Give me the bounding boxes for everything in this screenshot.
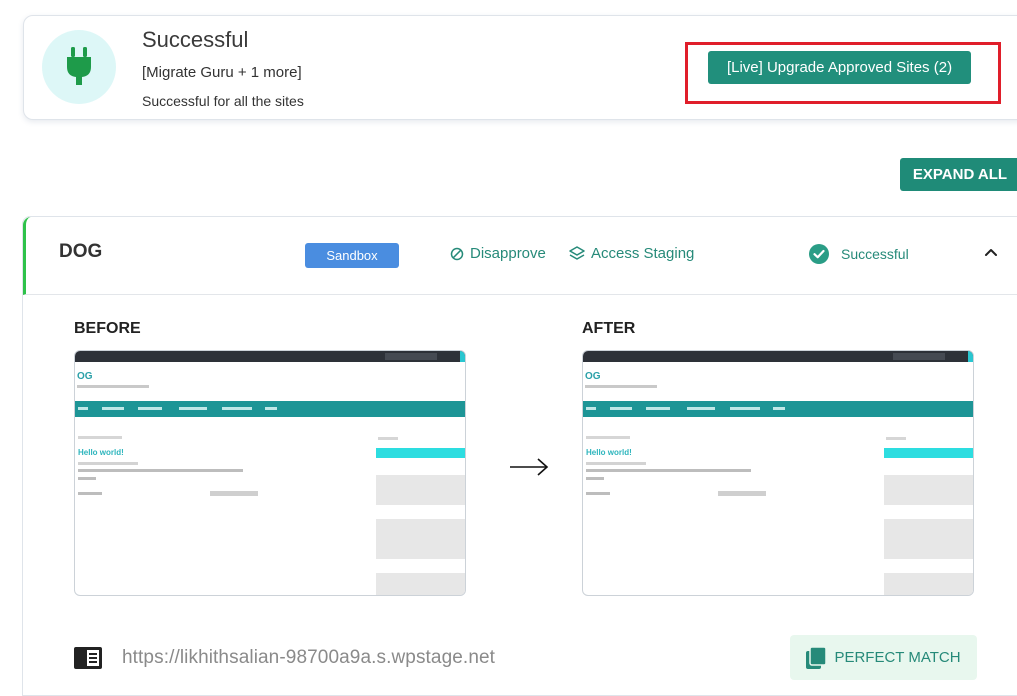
after-screenshot[interactable]: OG Hello world! bbox=[582, 350, 974, 596]
before-label: BEFORE bbox=[74, 320, 141, 337]
update-summary-card: Successful [Migrate Guru + 1 more] Succe… bbox=[23, 15, 1017, 120]
site-status: Successful bbox=[809, 244, 909, 264]
upgrade-approved-sites-button[interactable]: [Live] Upgrade Approved Sites (2) bbox=[708, 51, 971, 84]
update-status-description: Successful for all the sites bbox=[142, 93, 304, 109]
perfect-match-badge[interactable]: PERFECT MATCH bbox=[790, 635, 977, 680]
browser-window-icon bbox=[74, 647, 102, 669]
updated-plugins-list: [Migrate Guru + 1 more] bbox=[142, 64, 302, 81]
environment-badge: Sandbox bbox=[305, 243, 399, 268]
copy-icon bbox=[806, 646, 827, 669]
access-staging-link[interactable]: Access Staging bbox=[569, 245, 694, 262]
after-label: AFTER bbox=[582, 320, 636, 337]
before-screenshot[interactable]: OG Hello world! bbox=[74, 350, 466, 596]
staging-url-link[interactable]: https://likhithsalian-98700a9a.s.wpstage… bbox=[122, 647, 495, 669]
disapprove-label: Disapprove bbox=[470, 245, 546, 262]
block-icon bbox=[450, 247, 464, 260]
disapprove-link[interactable]: Disapprove bbox=[450, 245, 546, 262]
perfect-match-label: PERFECT MATCH bbox=[834, 649, 961, 666]
site-panel: DOG Sandbox Disapprove Access Staging Su… bbox=[22, 216, 1017, 696]
arrow-right-icon bbox=[510, 458, 549, 476]
access-staging-label: Access Staging bbox=[591, 245, 695, 262]
site-status-label: Successful bbox=[841, 246, 909, 262]
layers-icon bbox=[569, 245, 585, 260]
expand-all-button[interactable]: EXPAND ALL bbox=[900, 158, 1017, 191]
site-header[interactable]: DOG Sandbox Disapprove Access Staging Su… bbox=[23, 217, 1017, 295]
plug-icon bbox=[67, 47, 91, 85]
plugin-icon-circle bbox=[42, 30, 116, 104]
chevron-up-icon[interactable] bbox=[984, 245, 998, 259]
check-circle-icon bbox=[809, 244, 829, 264]
update-status-title: Successful bbox=[142, 27, 249, 52]
staging-url-row: https://likhithsalian-98700a9a.s.wpstage… bbox=[74, 647, 495, 669]
site-name: DOG bbox=[59, 241, 103, 262]
